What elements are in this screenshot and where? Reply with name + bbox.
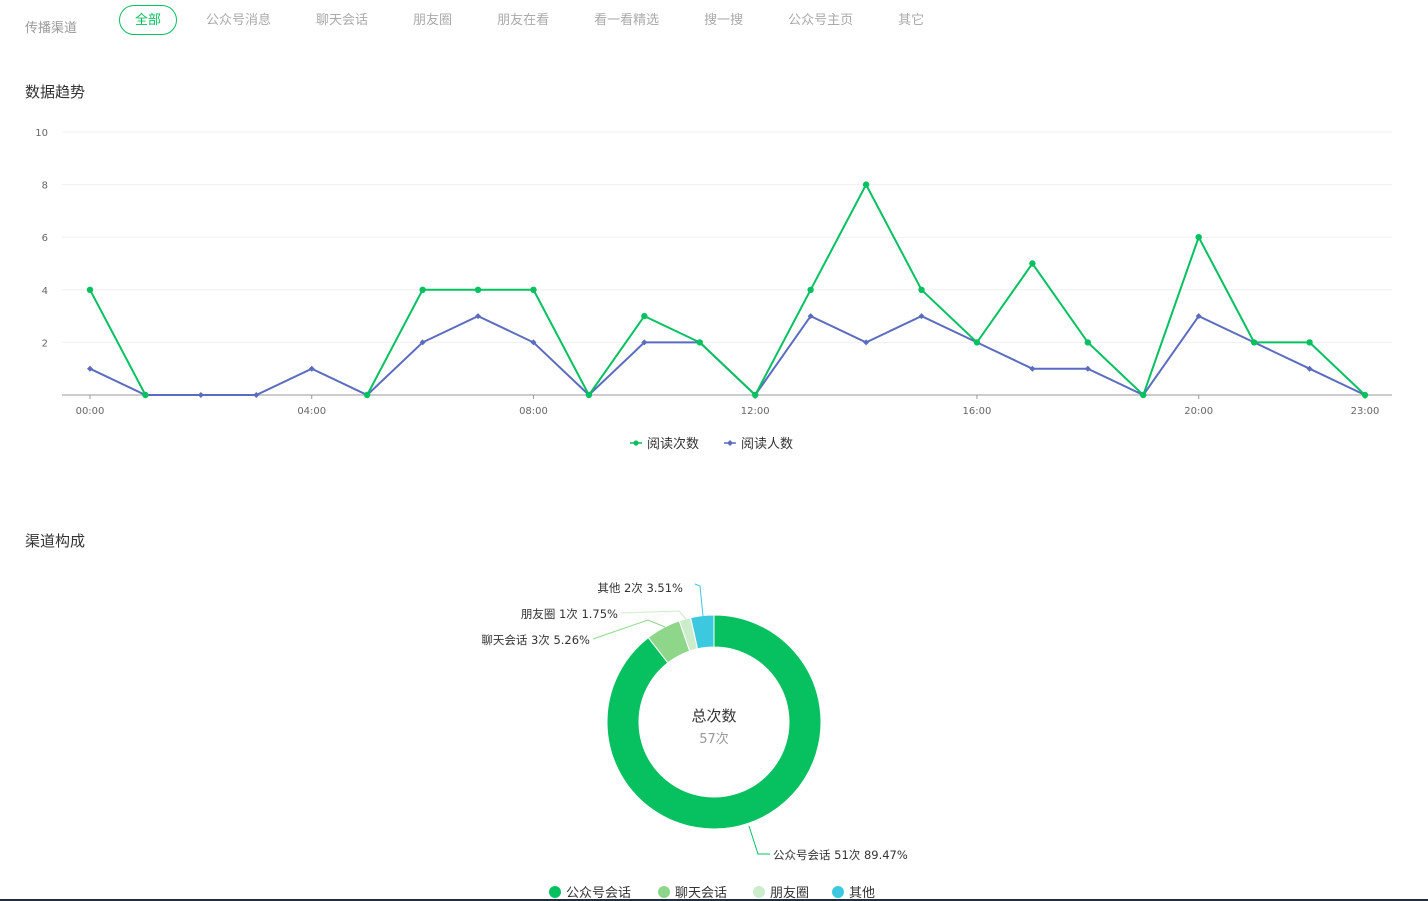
read-count-point[interactable]	[752, 391, 759, 399]
read-count-point[interactable]	[1029, 260, 1036, 267]
x-tick-label: 23:00	[1351, 406, 1380, 417]
donut-legend-label-1[interactable]: 聊天会话	[675, 886, 727, 900]
trend-section-title: 数据趋势	[25, 83, 86, 101]
series-line-1	[89, 314, 1366, 397]
channel-donut-chart: 总次数 57次公众号会话 51次 89.47% 聊天会话 3次 5.26% 朋友圈 1…	[481, 581, 908, 900]
donut-label-line-3	[694, 583, 704, 617]
read-count-point[interactable]	[1195, 234, 1202, 241]
x-tick-label: 20:00	[1184, 406, 1213, 417]
y-tick-label: 2	[42, 338, 48, 349]
y-tick-label: 8	[42, 181, 48, 192]
donut-center-value: 57次	[699, 731, 729, 747]
read-count-point[interactable]	[86, 286, 94, 293]
read-count-point[interactable]	[1140, 391, 1147, 399]
legend-label-1[interactable]: 阅读人数	[741, 437, 793, 452]
x-tick-label: 12:00	[741, 406, 770, 417]
donut-label-line-2	[620, 610, 687, 620]
channel-tabs: 全部 公众号消息 聊天会话 朋友圈 朋友在看 看一看精选 搜一搜 公众号主页 其它	[119, 5, 953, 35]
channel-tab-8[interactable]: 其它	[882, 5, 940, 35]
donut-slice-label-2: 朋友圈 1次 1.75%	[521, 607, 618, 621]
channel-tab-0[interactable]: 全部	[119, 5, 178, 35]
donut-legend-label-0[interactable]: 公众号会话	[566, 886, 631, 900]
trend-line-chart: 2 4 6 8 10 00:00 04:00 08:00 12:00 16:00 20:00 23:0…	[35, 128, 1392, 452]
read-count-point[interactable]	[1361, 391, 1369, 399]
read-count-point[interactable]	[530, 286, 537, 293]
read-count-point[interactable]	[1250, 339, 1258, 346]
x-tick-label: 16:00	[963, 406, 992, 417]
channel-tab-4[interactable]: 朋友在看	[481, 5, 565, 35]
read-count-point[interactable]	[862, 181, 870, 188]
read-count-point[interactable]	[696, 339, 703, 346]
channel-tab-7[interactable]: 公众号主页	[772, 5, 869, 35]
channel-tab-1[interactable]: 公众号消息	[190, 5, 287, 35]
donut-center-title: 总次数	[691, 707, 736, 725]
donut-slice-label-1: 聊天会话 3次 5.26%	[481, 633, 590, 647]
donut-legend-label-3[interactable]: 其他	[849, 886, 875, 900]
donut-legend-marker-0	[549, 886, 561, 898]
x-tick-label: 04:00	[297, 406, 326, 417]
channel-filter-label: 传播渠道	[25, 21, 78, 36]
channel-tab-3[interactable]: 朋友圈	[397, 5, 468, 35]
donut-legend-marker-1	[658, 886, 670, 898]
donut-slice-label-0: 公众号会话 51次 89.47%	[773, 848, 908, 862]
channel-tab-5[interactable]: 看一看精选	[578, 5, 675, 35]
channel-filter-bar: 传播渠道 全部 公众号消息 聊天会话 朋友圈 朋友在看 看一看精选 搜一搜 公众号主页 其它	[0, 0, 1428, 44]
x-tick-label: 00:00	[76, 406, 105, 417]
channel-tab-6[interactable]: 搜一搜	[688, 5, 759, 35]
donut-label-line-0	[748, 825, 770, 855]
y-tick-label: 4	[42, 286, 48, 297]
read-count-point[interactable]	[973, 339, 981, 346]
read-count-point[interactable]	[918, 286, 925, 293]
read-count-point[interactable]	[807, 286, 814, 293]
read-count-point[interactable]	[142, 391, 149, 399]
read-count-point[interactable]	[1084, 339, 1092, 346]
channel-section-title: 渠道构成	[25, 532, 86, 550]
donut-legend-label-2[interactable]: 朋友圈	[770, 885, 809, 900]
donut-slice-label-3: 其他 2次 3.51%	[597, 581, 683, 595]
legend-label-0[interactable]: 阅读次数	[647, 436, 699, 452]
donut-legend-marker-2	[753, 886, 765, 898]
read-count-point[interactable]	[363, 391, 371, 399]
read-count-point[interactable]	[1306, 339, 1313, 346]
legend-marker-reader-count	[727, 440, 733, 446]
read-count-point[interactable]	[419, 286, 426, 293]
read-count-point[interactable]	[474, 286, 482, 293]
read-count-point[interactable]	[641, 312, 648, 320]
donut-legend-marker-3	[832, 886, 844, 898]
read-count-point[interactable]	[585, 391, 593, 399]
x-tick-label: 08:00	[519, 406, 548, 417]
legend-marker-read-count	[633, 440, 639, 446]
reader-count-point[interactable]	[197, 392, 204, 398]
y-tick-label: 10	[35, 128, 48, 139]
y-tick-label: 6	[42, 233, 48, 244]
channel-tab-2[interactable]: 聊天会话	[300, 5, 384, 35]
